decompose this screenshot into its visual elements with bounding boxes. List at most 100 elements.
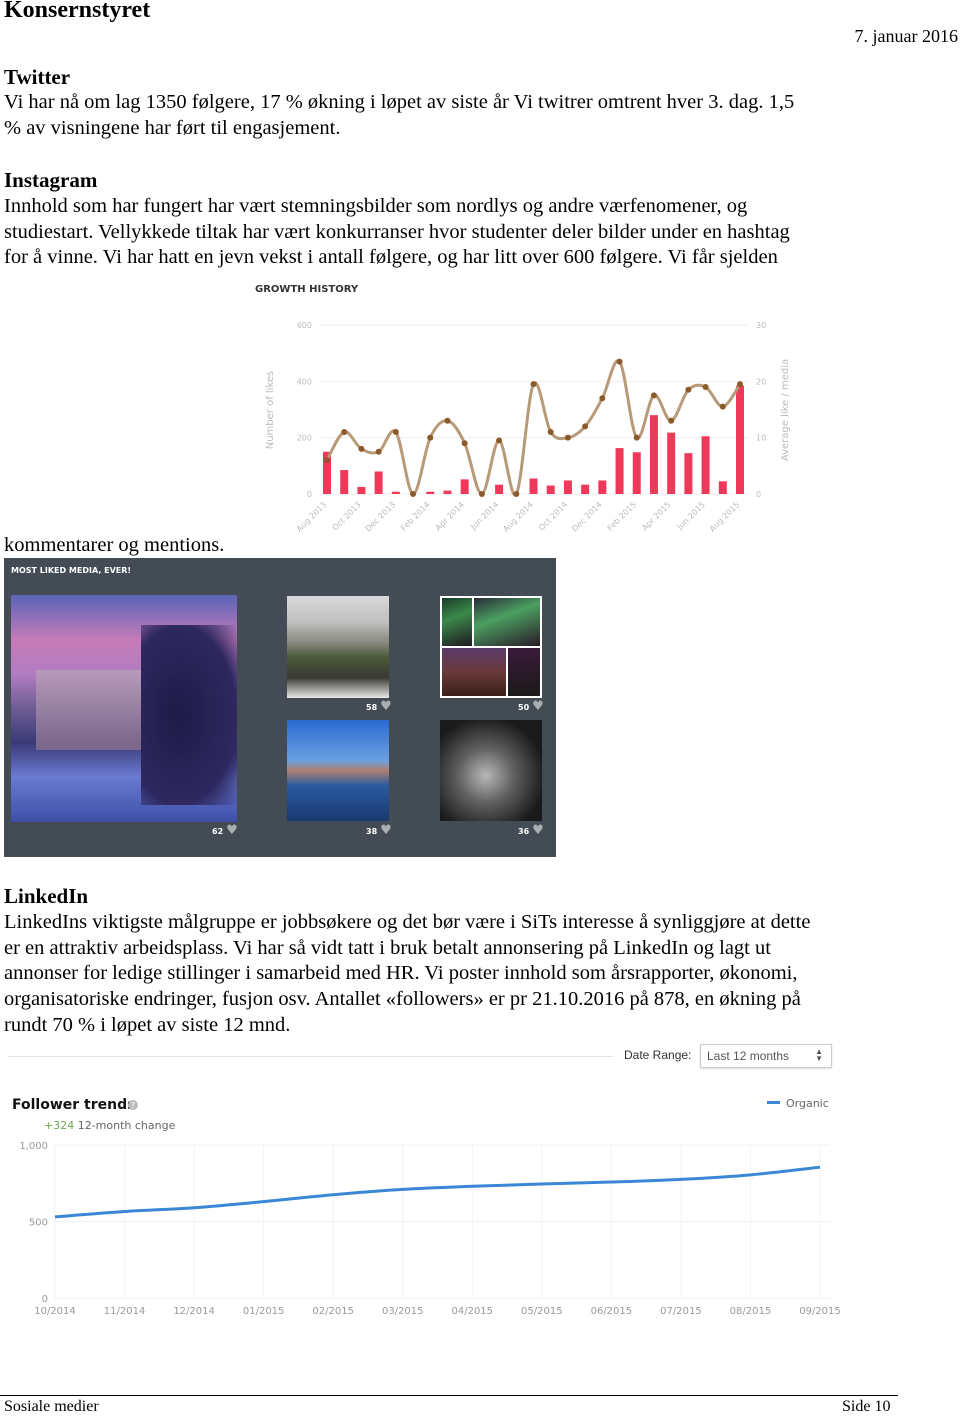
x-tick-label: 07/2015 <box>660 1306 702 1317</box>
heart-icon: ♥ <box>380 823 392 838</box>
point-dec-2013 <box>392 429 399 436</box>
divider <box>8 1056 613 1057</box>
bar-jan-2015 <box>615 448 624 494</box>
change-label: 12-month change <box>74 1119 175 1132</box>
y-tick-label: 0 <box>307 490 312 499</box>
point-jun-2014 <box>496 437 503 444</box>
x-tick-label: 01/2015 <box>243 1306 285 1317</box>
photo-university-dusk[interactable] <box>11 595 237 822</box>
text-line: annonser for ledige stillinger i samarbe… <box>4 962 798 985</box>
footer-section: Sosiale medier <box>4 1398 99 1415</box>
bar-nov-2014 <box>581 484 590 494</box>
bar-dec-2014 <box>598 480 607 494</box>
point-jun-2015 <box>702 383 709 390</box>
point-jul-2014 <box>513 491 520 497</box>
photo-moon-clouds[interactable] <box>440 720 542 821</box>
date-range-value: Last 12 months <box>707 1049 790 1063</box>
point-nov-2014 <box>582 423 589 430</box>
x-tick-label: Aug 2014 <box>501 500 535 534</box>
x-tick-label: Dec 2013 <box>364 500 398 534</box>
like-count: 62 ♥ <box>212 823 238 838</box>
point-jan-2015 <box>616 358 623 365</box>
x-tick-label: Aug 2013 <box>295 500 329 534</box>
linkedin-text: LinkedIns viktigste målgruppe er jobbsøk… <box>4 910 904 1039</box>
point-jul-2015 <box>719 403 726 410</box>
y2-axis-title: Average like / media <box>780 359 791 461</box>
date-range-label: Date Range: <box>624 1048 692 1062</box>
y-tick-label: 200 <box>297 434 312 443</box>
bar-feb-2015 <box>632 452 641 494</box>
y-tick-label: 600 <box>297 321 312 330</box>
x-tick-label: 05/2015 <box>521 1306 563 1317</box>
sort-arrows-icon: ▲ ▼ <box>815 1047 823 1063</box>
point-sep-2013 <box>341 429 348 436</box>
x-tick-label: Oct 2014 <box>537 500 569 532</box>
follower-trends-chart: Follower trends? +324 12-month change Orga… <box>12 1097 841 1317</box>
date-range-select[interactable]: Last 12 months ▲ ▼ <box>700 1044 832 1068</box>
photo-crowd[interactable] <box>287 596 389 698</box>
text-line: er en attraktiv arbeidsplass. Vi har så … <box>4 936 771 959</box>
x-tick-label: 11/2014 <box>104 1306 146 1317</box>
point-apr-2014 <box>461 440 468 447</box>
like-count: 58 ♥ <box>366 699 392 714</box>
photo-river[interactable] <box>287 720 389 821</box>
bar-mar-2014 <box>443 490 452 494</box>
growth-history-chart: GROWTH HISTORY 0 200 400 600 0 10 20 30 Number of… <box>255 284 791 534</box>
bar-aug-2014 <box>529 478 538 494</box>
instagram-text-continuation: kommentarer og mentions. <box>4 534 225 556</box>
x-tick-label: 02/2015 <box>312 1306 354 1317</box>
most-liked-media-panel: MOST LIKED MEDIA, EVER! 62 ♥ 58 ♥ 50 ♥ 38 ♥ … <box>4 558 556 857</box>
bar-sep-2013 <box>340 470 349 494</box>
bar-oct-2014 <box>563 480 572 494</box>
footer-page-number: Side 10 <box>842 1398 891 1415</box>
point-mar-2014 <box>444 417 451 424</box>
bar-oct-2013 <box>357 486 366 494</box>
bar-mar-2015 <box>649 415 658 494</box>
heart-icon: ♥ <box>380 699 392 714</box>
text-line: organisatoriske endringer, fusjon osv. A… <box>4 988 801 1011</box>
help-icon-glyph: ? <box>131 1101 135 1110</box>
y-tick-label: 500 <box>29 1218 48 1229</box>
bar-nov-2013 <box>374 471 383 494</box>
organic-line <box>54 1165 821 1219</box>
x-tick-label: 03/2015 <box>382 1306 424 1317</box>
like-count: 50 ♥ <box>518 699 544 714</box>
x-tick-label: Oct 2013 <box>330 500 362 532</box>
point-may-2014 <box>478 491 485 497</box>
heart-icon: ♥ <box>532 699 544 714</box>
point-feb-2014 <box>427 434 434 441</box>
bar-aug-2015 <box>736 385 744 494</box>
like-count: 38 ♥ <box>366 823 392 838</box>
point-oct-2014 <box>564 434 571 441</box>
legend-label: Organic <box>786 1097 829 1110</box>
x-tick-label: 08/2015 <box>730 1306 772 1317</box>
x-tick-label: Jun 2014 <box>468 500 500 532</box>
x-tick-label: 12/2014 <box>173 1306 215 1317</box>
x-tick-label: Feb 2014 <box>399 500 432 533</box>
bar-dec-2013 <box>391 491 400 494</box>
y2-tick-label: 20 <box>756 377 766 386</box>
x-tick-label: Aug 2015 <box>708 500 742 534</box>
chart-title: GROWTH HISTORY <box>255 284 359 295</box>
point-sep-2014 <box>547 429 554 436</box>
point-jan-2014 <box>410 491 417 497</box>
x-tick-label: 10/2014 <box>34 1306 76 1317</box>
bar-sep-2014 <box>546 485 555 494</box>
x-tick-label: Jun 2015 <box>675 500 707 532</box>
change-summary: +324 12-month change <box>44 1119 176 1132</box>
point-apr-2015 <box>668 417 675 424</box>
heart-icon: ♥ <box>226 823 238 838</box>
bar-jul-2015 <box>718 481 727 494</box>
point-dec-2014 <box>599 395 606 402</box>
y2-tick-label: 10 <box>756 434 766 443</box>
x-tick-label: 04/2015 <box>451 1306 493 1317</box>
point-feb-2015 <box>633 434 640 441</box>
text-line: rundt 70 % i løpet av siste 12 mnd. <box>4 1013 291 1036</box>
heart-icon: ♥ <box>532 823 544 838</box>
bar-jun-2014 <box>495 484 504 494</box>
point-aug-2013 <box>324 457 330 464</box>
photo-northern-lights[interactable] <box>440 596 542 698</box>
point-mar-2015 <box>650 392 657 399</box>
x-tick-label: 09/2015 <box>799 1306 841 1317</box>
x-tick-label: Apr 2015 <box>640 500 672 532</box>
